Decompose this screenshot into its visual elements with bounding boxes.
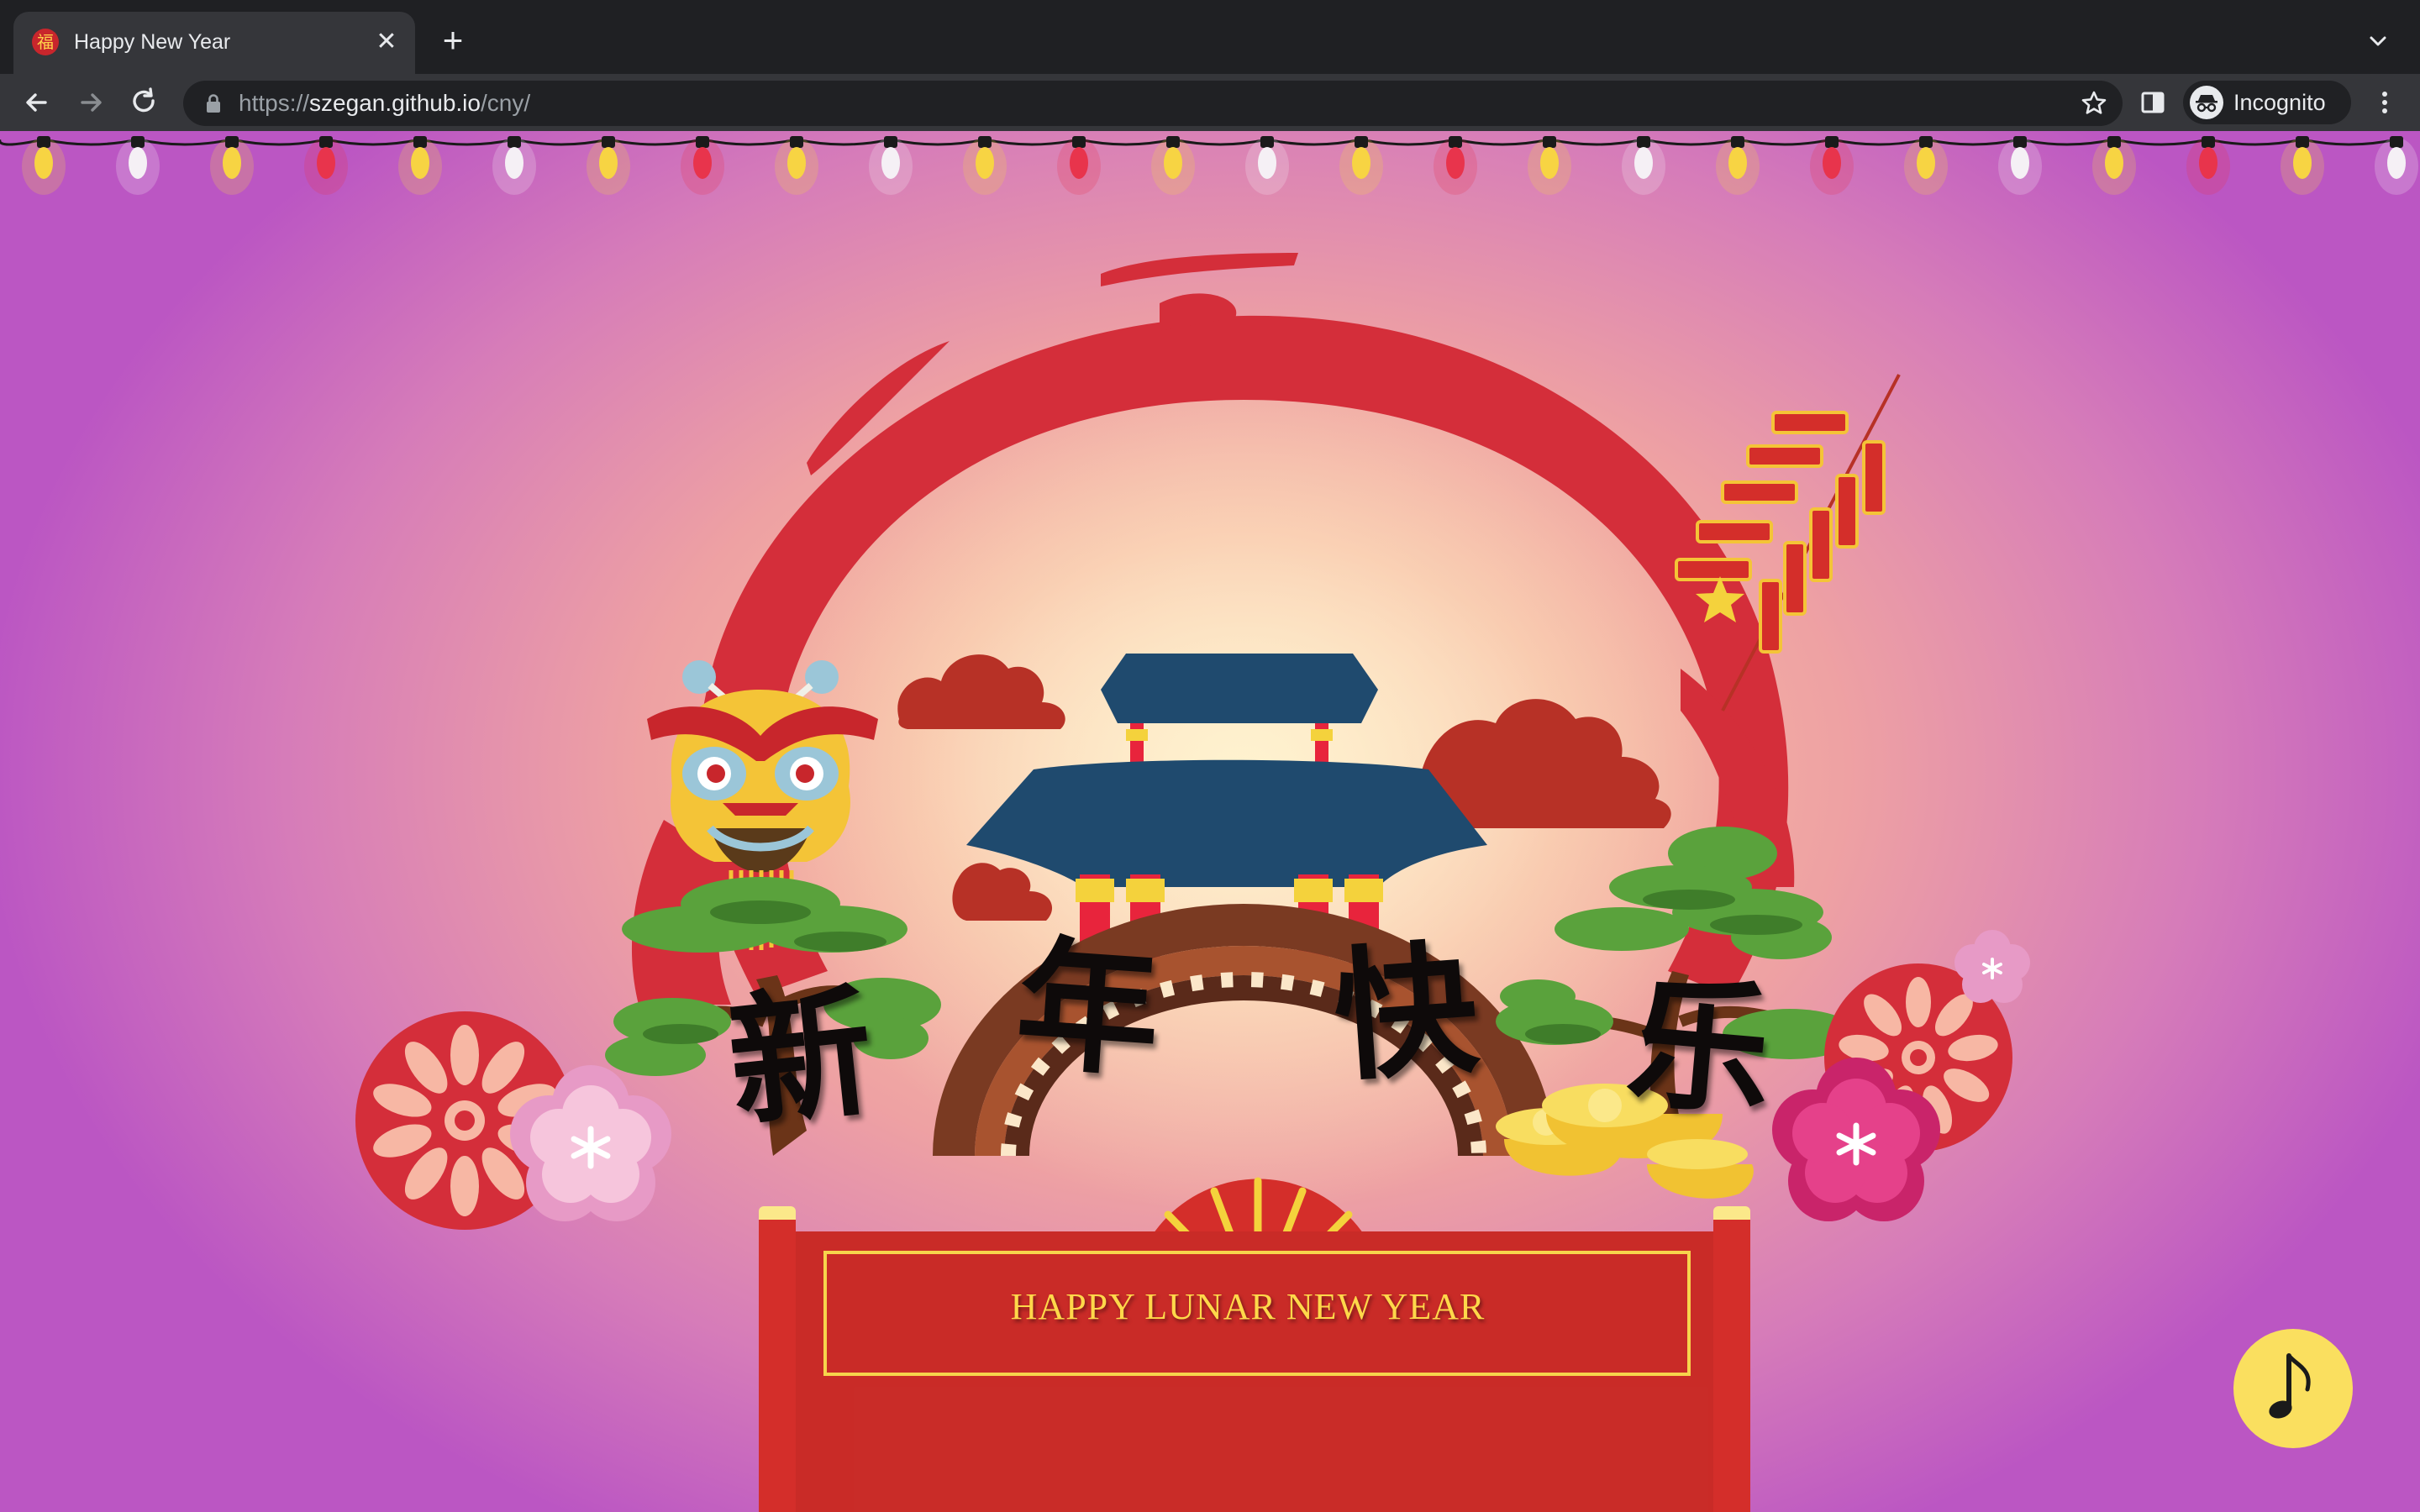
new-tab-button[interactable]: + bbox=[434, 22, 472, 60]
greeting-page: 新 年 快 乐 HAPPY LUNAR NEW YEAR bbox=[0, 131, 2420, 1512]
music-toggle-button[interactable] bbox=[2233, 1329, 2353, 1448]
greeting-char-2: 年 bbox=[1011, 920, 1165, 1098]
url-host: szegan.github.io bbox=[309, 90, 481, 116]
url-text[interactable]: https://szegan.github.io/cny/ bbox=[239, 88, 530, 118]
url-path: /cny/ bbox=[480, 90, 531, 116]
tab-strip: 福 Happy New Year ✕ + bbox=[0, 0, 2420, 74]
tab-favicon: 福 bbox=[32, 29, 59, 55]
banner-text: HAPPY LUNAR NEW YEAR bbox=[1010, 1286, 1486, 1327]
close-icon[interactable]: ✕ bbox=[370, 25, 403, 59]
greeting-char-3: 快 bbox=[1328, 924, 1483, 1102]
browser-toolbar: https://szegan.github.io/cny/ Incognito bbox=[0, 74, 2420, 131]
arrow-left-icon[interactable] bbox=[17, 82, 57, 123]
tab-title: Happy New Year bbox=[74, 30, 231, 54]
greeting-char-4: 乐 bbox=[1621, 957, 1779, 1138]
lock-icon[interactable] bbox=[203, 92, 224, 114]
side-panel-icon[interactable] bbox=[2136, 86, 2170, 119]
arrow-right-icon[interactable] bbox=[71, 82, 111, 123]
chevron-down-icon[interactable] bbox=[2361, 25, 2395, 59]
incognito-profile-button[interactable]: Incognito bbox=[2183, 81, 2351, 124]
star-icon[interactable] bbox=[2079, 88, 2109, 118]
kebab-menu-icon[interactable] bbox=[2368, 86, 2402, 119]
music-note-icon bbox=[2269, 1353, 2311, 1419]
url-scheme: https:// bbox=[239, 90, 310, 116]
address-bar[interactable]: https://szegan.github.io/cny/ bbox=[183, 81, 2123, 126]
incognito-icon bbox=[2190, 86, 2223, 119]
active-tab[interactable]: 福 Happy New Year ✕ bbox=[13, 12, 415, 74]
greeting-char-1: 新 bbox=[721, 966, 881, 1149]
incognito-label: Incognito bbox=[2233, 90, 2326, 115]
reload-icon[interactable] bbox=[124, 82, 165, 123]
